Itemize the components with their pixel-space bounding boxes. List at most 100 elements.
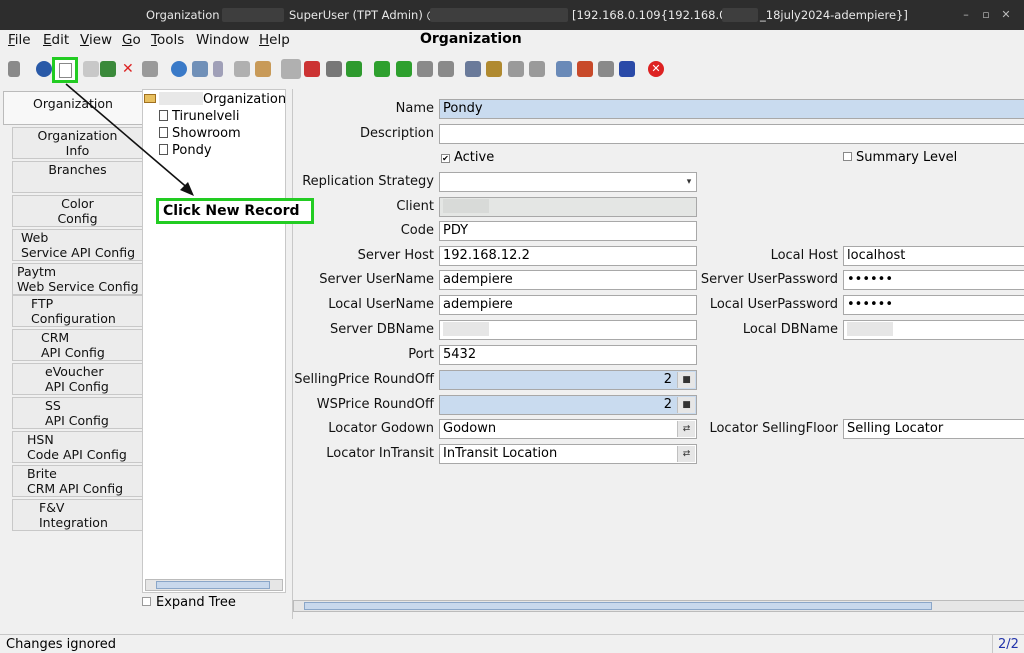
- local-dbname-label: Local DBName: [742, 322, 838, 337]
- print-icon[interactable]: [529, 61, 545, 77]
- tree-node-showroom[interactable]: Showroom: [159, 126, 241, 141]
- tab-brite-crm-api-config[interactable]: Brite CRM API Config: [12, 465, 142, 497]
- find-icon[interactable]: [192, 61, 208, 77]
- tree-node-tirunelveli[interactable]: Tirunelveli: [159, 109, 240, 124]
- menu-help[interactable]: Help: [259, 32, 290, 48]
- sellingprice-roundoff-label: SellingPrice RoundOff: [294, 372, 434, 387]
- title-user: SuperUser (TPT Admin) @: [289, 8, 438, 22]
- tab-color-config[interactable]: Color Config: [12, 195, 142, 227]
- report-icon[interactable]: [465, 61, 481, 77]
- chat-icon[interactable]: [234, 61, 250, 77]
- server-password-label: Server UserPassword: [700, 272, 838, 287]
- locator-godown-field[interactable]: Godown ⇄: [439, 419, 697, 439]
- description-field[interactable]: [439, 124, 1024, 144]
- server-host-field[interactable]: 192.168.12.2: [439, 246, 697, 266]
- window-title: Organization: [420, 31, 522, 47]
- checkbox-icon: [142, 597, 151, 606]
- tab-paytm-web-service-config[interactable]: Paytm Web Service Config: [12, 263, 142, 295]
- local-dbname-field[interactable]: [843, 320, 1024, 340]
- client-field: [439, 197, 697, 217]
- tree-root[interactable]: Organization: [144, 92, 286, 107]
- wsprice-roundoff-field[interactable]: 2 ■: [439, 395, 697, 415]
- tab-evoucher-api-config[interactable]: eVoucher API Config: [12, 363, 142, 395]
- tab-crm-api-config[interactable]: CRM API Config: [12, 329, 142, 361]
- summary-level-checkbox[interactable]: Summary Level: [843, 150, 957, 165]
- maximize-icon[interactable]: ▫: [978, 7, 994, 23]
- print-preview-icon[interactable]: [508, 61, 524, 77]
- tab-organization-info[interactable]: Organization Info: [12, 127, 142, 159]
- last-record-icon[interactable]: [438, 61, 454, 77]
- history-icon[interactable]: [255, 61, 271, 77]
- refresh-icon[interactable]: [171, 61, 187, 77]
- new-record-button[interactable]: [52, 57, 78, 83]
- local-username-field[interactable]: adempiere: [439, 295, 697, 315]
- port-field[interactable]: 5432: [439, 345, 697, 365]
- minimize-icon[interactable]: –: [958, 7, 974, 23]
- save-disabled-icon[interactable]: [142, 61, 158, 77]
- next-record-icon[interactable]: [417, 61, 433, 77]
- click-new-record-callout: Click New Record: [156, 198, 314, 224]
- menu-bar: File Edit View Go Tools Window Help Orga…: [0, 30, 1024, 52]
- locator-intransit-label: Locator InTransit: [326, 446, 434, 461]
- checkmark-icon: ✔: [441, 154, 450, 163]
- tab-ftp-configuration[interactable]: FTP Configuration: [12, 295, 142, 327]
- server-dbname-field[interactable]: [439, 320, 697, 340]
- local-password-field[interactable]: ••••••: [843, 295, 1024, 315]
- product-info-icon[interactable]: [619, 61, 635, 77]
- first-record-icon[interactable]: [374, 61, 390, 77]
- calculator-icon[interactable]: ■: [677, 397, 695, 413]
- toolbar: ✕ ✕: [0, 54, 1024, 86]
- code-field[interactable]: PDY: [439, 221, 697, 241]
- tab-ss-api-config[interactable]: SS API Config: [12, 397, 142, 429]
- workflow-icon[interactable]: [577, 61, 593, 77]
- locator-sellingfloor-field[interactable]: Selling Locator: [843, 419, 1024, 439]
- menu-window[interactable]: Window: [196, 32, 249, 48]
- locator-picker-icon[interactable]: ⇄: [677, 446, 695, 462]
- grid-toggle-icon[interactable]: [281, 59, 301, 79]
- request-icon[interactable]: [598, 61, 614, 77]
- copy-record-icon[interactable]: [83, 61, 99, 77]
- server-username-field[interactable]: adempiere: [439, 270, 697, 290]
- tree-horizontal-scrollbar[interactable]: [145, 579, 283, 591]
- detail-icon[interactable]: [346, 61, 362, 77]
- local-host-field[interactable]: localhost: [843, 246, 1024, 266]
- active-checkbox[interactable]: ✔ Active: [441, 150, 494, 165]
- locator-picker-icon[interactable]: ⇄: [677, 421, 695, 437]
- previous-record-icon[interactable]: [396, 61, 412, 77]
- help-icon[interactable]: [36, 61, 52, 77]
- menu-view[interactable]: View: [80, 32, 112, 48]
- calculator-icon[interactable]: ■: [677, 372, 695, 388]
- undo-icon[interactable]: [8, 61, 20, 77]
- replication-strategy-select[interactable]: ▾: [439, 172, 697, 192]
- attachment-icon[interactable]: [213, 61, 223, 77]
- name-field[interactable]: Pondy: [439, 99, 1024, 119]
- zoom-across-icon[interactable]: [556, 61, 572, 77]
- locator-intransit-field[interactable]: InTransit Location ⇄: [439, 444, 697, 464]
- tab-fv-integration[interactable]: F&V Integration: [12, 499, 142, 531]
- title-bar: Organization SuperUser (TPT Admin) @ [19…: [0, 0, 1024, 30]
- tab-branches[interactable]: Branches: [12, 161, 142, 193]
- menu-edit[interactable]: Edit: [43, 32, 69, 48]
- menu-go[interactable]: Go: [122, 32, 141, 48]
- menu-file[interactable]: File: [8, 32, 31, 48]
- close-window-icon[interactable]: ✕: [998, 7, 1014, 23]
- save-icon[interactable]: [100, 61, 116, 77]
- server-password-field[interactable]: ••••••: [843, 270, 1024, 290]
- form-horizontal-scrollbar[interactable]: [293, 600, 1024, 612]
- tab-hsn-code-api-config[interactable]: HSN Code API Config: [12, 431, 142, 463]
- document-icon: [159, 127, 168, 138]
- menu-tools[interactable]: Tools: [151, 32, 184, 48]
- home-icon[interactable]: [304, 61, 320, 77]
- tree-node-pondy[interactable]: Pondy: [159, 143, 212, 158]
- sellingprice-roundoff-field[interactable]: 2 ■: [439, 370, 697, 390]
- title-redacted: [430, 8, 568, 22]
- locator-godown-label: Locator Godown: [328, 421, 434, 436]
- expand-tree-checkbox[interactable]: Expand Tree: [142, 595, 286, 613]
- parent-icon[interactable]: [326, 61, 342, 77]
- archive-icon[interactable]: [486, 61, 502, 77]
- title-redacted: [222, 8, 284, 22]
- exit-icon[interactable]: ✕: [648, 61, 664, 77]
- tab-organization[interactable]: Organization: [3, 91, 142, 125]
- tab-web-service-api-config[interactable]: Web Service API Config: [12, 229, 142, 261]
- delete-icon[interactable]: ✕: [122, 61, 138, 77]
